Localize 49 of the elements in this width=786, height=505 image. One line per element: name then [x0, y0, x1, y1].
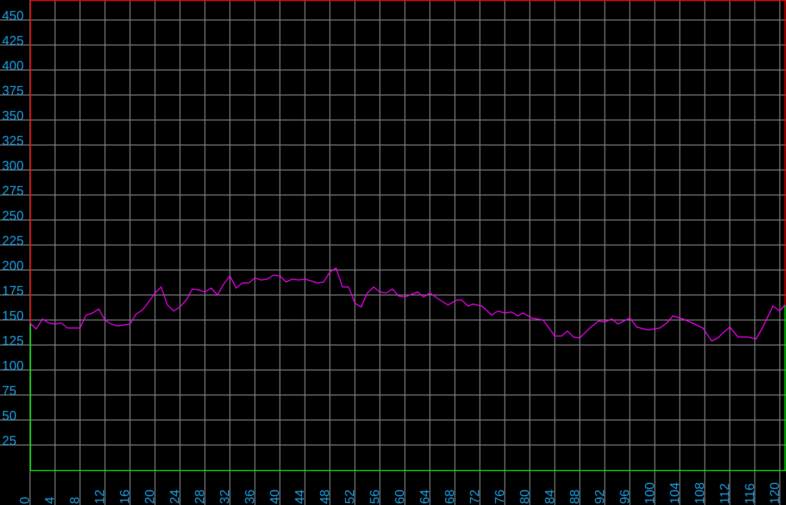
- axis-label: 20: [142, 490, 157, 504]
- axis-label: 25: [2, 433, 16, 448]
- axis-label: 75: [2, 383, 16, 398]
- axis-label: 48: [316, 490, 332, 504]
- axis-label: 84: [542, 490, 557, 504]
- axis-label: 64: [416, 490, 432, 504]
- axis-label: 0: [17, 496, 32, 504]
- axis-label: 72: [466, 490, 482, 504]
- axis-label: 16: [117, 490, 132, 504]
- axis-label: 400: [2, 58, 24, 73]
- axis-label: 100: [2, 358, 24, 373]
- axis-label: 116: [742, 483, 757, 504]
- axis-label: 100: [642, 482, 657, 504]
- axis-label: 120: [766, 482, 782, 504]
- axis-label: 44: [292, 490, 307, 504]
- axis-label: 76: [492, 490, 507, 504]
- axis-label: 225: [2, 233, 24, 248]
- axis-label: 150: [2, 308, 24, 323]
- axis-label: 350: [2, 108, 24, 123]
- axis-label: 96: [616, 490, 632, 504]
- axis-label: 12: [92, 490, 107, 504]
- axis-label: 325: [2, 133, 24, 148]
- axis-label: 68: [442, 490, 457, 504]
- axis-label: 275: [2, 183, 24, 198]
- axis-label: 52: [342, 490, 357, 504]
- axis-label: 112: [716, 483, 732, 504]
- axis-label: 104: [666, 482, 682, 504]
- axis-label: 60: [392, 490, 407, 504]
- axis-label: 32: [216, 490, 232, 504]
- axis-label: 250: [2, 208, 24, 223]
- axis-label: 4: [42, 496, 57, 504]
- axis-label: 125: [2, 333, 24, 348]
- axis-label: 425: [2, 33, 24, 48]
- axis-label: 8: [67, 496, 82, 504]
- axis-label: 36: [242, 490, 257, 504]
- axis-label: 50: [2, 408, 16, 423]
- axis-label: 88: [566, 490, 582, 504]
- axis-label: 200: [2, 258, 24, 273]
- axis-label: 300: [2, 158, 24, 173]
- axis-label: 40: [266, 490, 282, 504]
- axis-label: 450: [2, 8, 24, 23]
- axis-label: 80: [516, 490, 532, 504]
- axis-label: 375: [2, 83, 24, 98]
- axis-label: 56: [366, 490, 382, 504]
- axis-label: 108: [692, 482, 707, 504]
- axis-label: 24: [167, 490, 182, 504]
- axis-label: 175: [2, 283, 24, 298]
- axis-label: 28: [192, 490, 207, 504]
- axis-label: 92: [592, 490, 607, 504]
